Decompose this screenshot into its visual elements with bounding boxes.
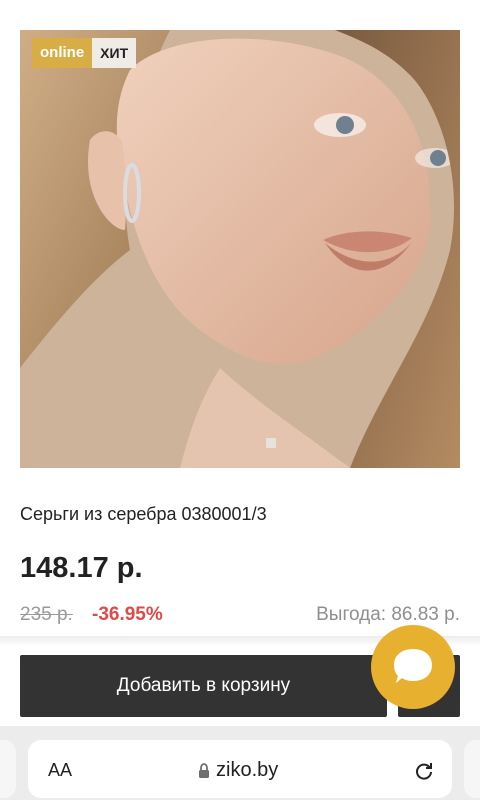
old-price: 235 р.	[20, 604, 73, 625]
chat-bubble-icon	[394, 649, 432, 683]
reload-icon[interactable]	[414, 760, 434, 780]
product-image[interactable]	[20, 30, 460, 468]
hit-badge: ХИТ	[92, 38, 137, 68]
online-badge: online	[32, 38, 93, 68]
url-field[interactable]: ziko.by	[198, 759, 278, 782]
browser-right-tab-peek[interactable]	[464, 740, 480, 798]
url-text: ziko.by	[216, 759, 279, 781]
product-badges: online ХИТ	[32, 38, 137, 68]
lock-icon	[199, 762, 209, 778]
chat-button[interactable]	[371, 625, 455, 709]
product-price: 148.17 р.	[20, 552, 143, 584]
product-title: Серьги из серебра 0380001/3	[20, 504, 267, 524]
add-to-cart-button[interactable]: Добавить в корзину	[20, 655, 387, 717]
browser-left-tab-peek[interactable]	[0, 740, 16, 798]
product-photo	[20, 30, 460, 468]
benefit-amount: Выгода: 86.83 р.	[316, 604, 460, 625]
discount-percent: -36.95%	[92, 604, 163, 625]
carousel-indicator[interactable]	[266, 438, 276, 448]
text-size-button[interactable]: АA	[48, 760, 72, 781]
